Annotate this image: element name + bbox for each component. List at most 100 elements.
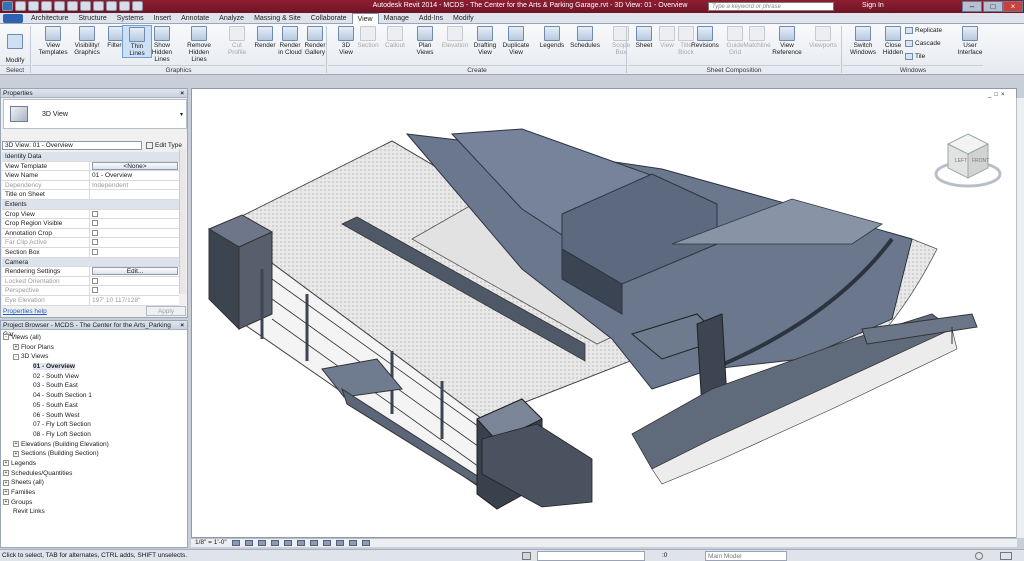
tab-add-ins[interactable]: Add-Ins xyxy=(414,13,448,24)
property-value[interactable] xyxy=(90,248,179,257)
user-interface-button[interactable]: User Interface xyxy=(955,25,985,56)
checkbox[interactable] xyxy=(92,210,98,217)
browser-item[interactable]: 01 - Overview xyxy=(3,362,187,372)
plan-views-button[interactable]: Plan Views xyxy=(410,25,440,56)
crop-view-icon[interactable] xyxy=(296,539,305,546)
cut-profile-button[interactable]: Cut Profile xyxy=(222,25,252,56)
expand-icon[interactable]: + xyxy=(3,489,9,496)
properties-scrollbar[interactable] xyxy=(179,149,186,294)
replicate-button[interactable]: Replicate xyxy=(905,27,942,34)
property-category[interactable]: Extents xyxy=(2,199,179,210)
viewcube[interactable]: LEFT FRONT xyxy=(932,128,1004,192)
browser-item[interactable]: - Views (all) xyxy=(3,333,187,343)
workset-selector[interactable] xyxy=(537,551,645,561)
render-dialog-icon[interactable] xyxy=(283,539,292,546)
browser-item[interactable]: + Schedules/Quantities xyxy=(3,469,187,479)
property-value[interactable]: <None> xyxy=(90,161,179,171)
close-icon[interactable]: × xyxy=(180,89,184,98)
checkbox[interactable] xyxy=(92,287,98,294)
schedules-button[interactable]: Schedules xyxy=(570,25,600,49)
show-hidden-lines-button[interactable]: Show Hidden Lines xyxy=(147,25,177,63)
select-group-label[interactable]: Select xyxy=(0,65,30,75)
tab-view[interactable]: View xyxy=(351,13,379,24)
worksets-icon[interactable] xyxy=(522,552,531,560)
app-menu-icon[interactable] xyxy=(2,1,13,11)
browser-item[interactable]: 04 - South Section 1 xyxy=(3,391,187,401)
checkbox[interactable] xyxy=(92,239,98,246)
expand-icon[interactable]: + xyxy=(13,440,19,447)
property-category[interactable]: Camera xyxy=(2,257,179,268)
tab-modify[interactable]: Modify xyxy=(448,13,479,24)
edit-type-button[interactable]: Edit Type xyxy=(146,141,182,150)
worksharing-display-icon[interactable] xyxy=(361,539,370,546)
property-value[interactable] xyxy=(90,277,179,286)
property-value[interactable] xyxy=(90,286,179,295)
close-inactive-icon[interactable] xyxy=(132,1,143,11)
tab-systems[interactable]: Systems xyxy=(112,13,149,24)
switch-windows-button[interactable]: Switch Windows xyxy=(848,25,878,56)
section-button[interactable]: Section xyxy=(353,25,383,49)
browser-item[interactable]: + Sections (Building Section) xyxy=(3,449,187,459)
drawing-canvas[interactable] xyxy=(191,88,1017,538)
browser-item[interactable]: Revit Links xyxy=(3,507,187,517)
minimize-button[interactable]: – xyxy=(962,1,982,12)
maximize-button[interactable]: □ xyxy=(983,1,1003,12)
tab-insert[interactable]: Insert xyxy=(149,13,177,24)
shadows-icon[interactable] xyxy=(270,539,279,546)
property-value[interactable] xyxy=(90,210,179,219)
close-hidden-button[interactable]: Close Hidden xyxy=(878,25,908,56)
viewports-button[interactable]: Viewports xyxy=(808,25,838,49)
browser-item[interactable]: -3D Views xyxy=(3,352,187,362)
browser-item[interactable]: 05 - South East xyxy=(3,401,187,411)
browser-item[interactable]: + Groups xyxy=(3,498,187,508)
close-icon[interactable]: × xyxy=(180,321,184,330)
open-icon[interactable] xyxy=(15,1,26,11)
browser-item[interactable]: + Floor Plans xyxy=(3,343,187,353)
expand-icon[interactable]: + xyxy=(3,498,9,505)
press-drag-icon[interactable] xyxy=(1000,552,1012,560)
undo-icon[interactable] xyxy=(41,1,52,11)
browser-item[interactable]: 06 - South West xyxy=(3,411,187,421)
visual-style-icon[interactable] xyxy=(244,539,253,546)
expand-icon[interactable]: + xyxy=(3,469,9,476)
property-value[interactable] xyxy=(90,229,179,238)
expand-icon[interactable]: + xyxy=(3,460,9,467)
property-value[interactable]: 01 - Overview xyxy=(90,171,179,180)
collapse-icon[interactable]: - xyxy=(13,353,19,360)
browser-item[interactable]: + Families xyxy=(3,488,187,498)
browser-item[interactable]: + Legends xyxy=(3,459,187,469)
reveal-hidden-icon[interactable] xyxy=(348,539,357,546)
property-category[interactable]: Identity Data xyxy=(2,152,179,162)
cascade-button[interactable]: Cascade xyxy=(905,40,941,47)
property-button[interactable]: Edit... xyxy=(92,267,178,276)
canvas-close-icon[interactable]: × xyxy=(1001,92,1005,98)
checkbox[interactable] xyxy=(92,220,98,227)
remove-hidden-lines-button[interactable]: Remove Hidden Lines xyxy=(184,25,214,63)
canvas-restore-icon[interactable]: □ xyxy=(994,92,998,98)
property-value[interactable]: 197' 10 117/128" xyxy=(90,296,179,305)
view-instance-selector[interactable]: 3D View: 01 - Overview xyxy=(2,141,142,150)
filter-icon[interactable] xyxy=(975,552,983,560)
section-qa-icon[interactable] xyxy=(119,1,130,11)
view-reference-button[interactable]: View Reference xyxy=(772,25,802,56)
navigation-bar[interactable] xyxy=(1016,98,1024,538)
tab-annotate[interactable]: Annotate xyxy=(176,13,214,24)
tab-collaborate[interactable]: Collaborate xyxy=(306,13,352,24)
visibility-graphics-button[interactable]: Visibility/ Graphics xyxy=(72,25,102,56)
browser-item[interactable]: + Elevations (Building Elevation) xyxy=(3,440,187,450)
revisions-button[interactable]: Revisions xyxy=(690,25,720,49)
3d-model-view[interactable] xyxy=(192,89,1018,539)
detail-level-icon[interactable] xyxy=(231,539,240,546)
property-value[interactable] xyxy=(90,219,179,228)
checkbox[interactable] xyxy=(92,277,98,284)
temporary-hide-icon[interactable] xyxy=(335,539,344,546)
property-value[interactable] xyxy=(90,238,179,247)
expand-icon[interactable]: + xyxy=(13,450,19,457)
expand-icon[interactable]: + xyxy=(3,479,9,486)
design-option-selector[interactable]: Main Model xyxy=(705,551,787,561)
legends-button[interactable]: Legends xyxy=(537,25,567,49)
tab-analyze[interactable]: Analyze xyxy=(214,13,249,24)
property-button[interactable]: <None> xyxy=(92,161,178,170)
tab-massing-site[interactable]: Massing & Site xyxy=(249,13,306,24)
drafting-view-button[interactable]: Drafting View xyxy=(470,25,500,56)
